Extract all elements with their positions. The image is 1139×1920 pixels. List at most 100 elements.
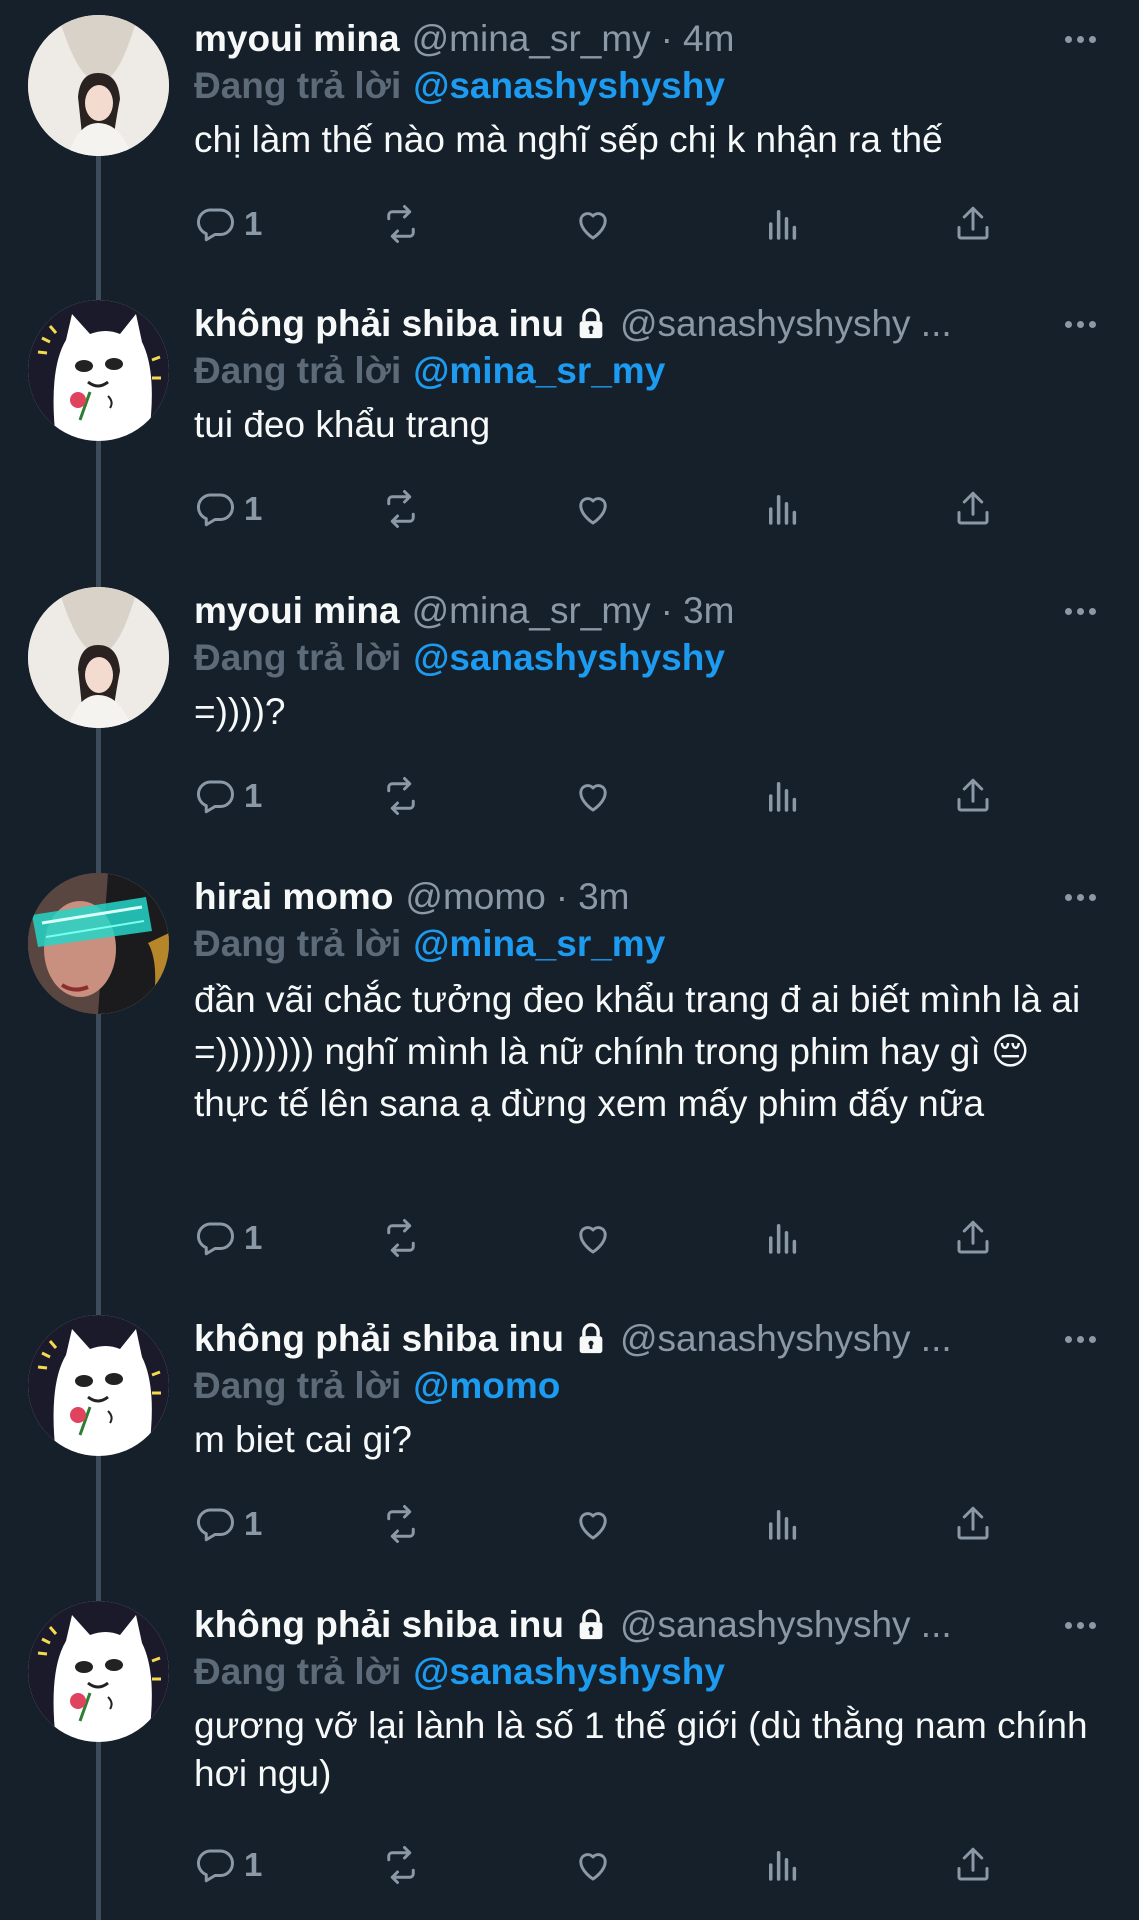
replying-to-mention[interactable]: @mina_sr_my — [413, 923, 665, 964]
user-handle[interactable]: @momo — [405, 873, 545, 920]
replying-to-label: Đang trả lời — [194, 65, 402, 106]
more-icon — [1064, 320, 1072, 328]
retweet-button[interactable] — [380, 1214, 422, 1262]
display-name[interactable]: myoui mina — [194, 15, 400, 62]
tweet-actions: 1 — [194, 200, 1094, 248]
reply-icon — [197, 1849, 234, 1883]
more-options-button[interactable] — [1060, 1319, 1100, 1359]
share-icon — [957, 206, 989, 240]
share-button[interactable] — [952, 1841, 994, 1889]
like-button[interactable] — [572, 485, 614, 533]
tweet-actions: 1 — [194, 1841, 1094, 1889]
retweet-button[interactable] — [380, 772, 422, 820]
like-icon — [579, 1226, 607, 1254]
more-options-button[interactable] — [1060, 591, 1100, 631]
views-icon — [769, 1851, 797, 1881]
display-name[interactable]: myoui mina — [194, 587, 400, 634]
reply-button[interactable]: 1 — [194, 1841, 262, 1889]
like-button[interactable] — [572, 1500, 614, 1548]
separator-dot: · — [660, 18, 673, 59]
reply-button[interactable]: 1 — [194, 200, 262, 248]
user-handle[interactable]: @sanashyshyshy ... — [620, 300, 952, 347]
more-options-button[interactable] — [1060, 877, 1100, 917]
replying-to-label: Đang trả lời — [194, 637, 402, 678]
replying-to-mention[interactable]: @sanashyshyshy — [413, 637, 725, 678]
more-options-button[interactable] — [1060, 1605, 1100, 1645]
reply-icon — [197, 208, 234, 242]
like-button[interactable] — [572, 200, 614, 248]
more-options-button[interactable] — [1060, 19, 1100, 59]
reply-icon — [197, 780, 234, 814]
display-name[interactable]: không phải shiba inu — [194, 300, 564, 347]
reply-icon — [197, 1222, 234, 1256]
tweet-text: m biet cai gi? — [194, 1419, 412, 1460]
lock-icon — [579, 1322, 603, 1353]
avatar[interactable] — [28, 300, 169, 441]
reply-count: 1 — [244, 205, 263, 242]
retweet-button[interactable] — [380, 200, 422, 248]
timestamp[interactable]: 4m — [683, 15, 734, 62]
share-button[interactable] — [952, 772, 994, 820]
avatar-mina-image — [28, 15, 169, 156]
views-button[interactable] — [762, 1214, 804, 1262]
retweet-button[interactable] — [380, 485, 422, 533]
display-name[interactable]: không phải shiba inu — [194, 1315, 564, 1362]
views-button[interactable] — [762, 1500, 804, 1548]
reply-button[interactable]: 1 — [194, 1214, 262, 1262]
user-handle[interactable]: @sanashyshyshy ... — [620, 1601, 952, 1648]
reply-button[interactable]: 1 — [194, 485, 262, 533]
tweet-actions: 1 — [194, 1500, 1094, 1548]
like-icon — [579, 212, 607, 240]
display-name[interactable]: hirai momo — [194, 873, 393, 920]
user-handle[interactable]: @mina_sr_my — [412, 15, 651, 62]
tweet-actions: 1 — [194, 1214, 1094, 1262]
avatar[interactable] — [28, 15, 169, 156]
avatar[interactable] — [28, 873, 169, 1014]
timeline: myoui mina @mina_sr_my · 4m Đang trả lời… — [0, 0, 1139, 1920]
reply-button[interactable]: 1 — [194, 1500, 262, 1548]
replying-to-mention[interactable]: @sanashyshyshy — [413, 1651, 725, 1692]
more-options-button[interactable] — [1060, 304, 1100, 344]
replying-to-mention[interactable]: @mina_sr_my — [413, 350, 665, 391]
avatar[interactable] — [28, 1315, 169, 1456]
replying-to-label: Đang trả lời — [194, 350, 402, 391]
user-handle[interactable]: @mina_sr_my — [412, 587, 651, 634]
share-button[interactable] — [952, 200, 994, 248]
retweet-icon — [387, 205, 415, 243]
share-button[interactable] — [952, 1214, 994, 1262]
timestamp[interactable]: 3m — [683, 587, 734, 634]
reply-icon — [197, 1508, 234, 1542]
avatar[interactable] — [28, 587, 169, 728]
views-button[interactable] — [762, 200, 804, 248]
avatar[interactable] — [28, 1601, 169, 1742]
retweet-button[interactable] — [380, 1841, 422, 1889]
like-button[interactable] — [572, 772, 614, 820]
like-button[interactable] — [572, 1841, 614, 1889]
avatar-shiba-image — [28, 1315, 169, 1456]
views-button[interactable] — [762, 485, 804, 533]
tweet-text: =))))? — [194, 691, 286, 732]
views-button[interactable] — [762, 772, 804, 820]
share-button[interactable] — [952, 485, 994, 533]
retweet-icon — [387, 1219, 415, 1257]
avatar-shiba-image — [28, 1601, 169, 1742]
share-button[interactable] — [952, 1500, 994, 1548]
like-button[interactable] — [572, 1214, 614, 1262]
replying-to-mention[interactable]: @sanashyshyshy — [413, 65, 725, 106]
share-icon — [957, 778, 989, 812]
user-handle[interactable]: @sanashyshyshy ... — [620, 1315, 952, 1362]
replying-to-mention[interactable]: @momo — [413, 1365, 560, 1406]
replying-to-label: Đang trả lời — [194, 1651, 402, 1692]
display-name[interactable]: không phải shiba inu — [194, 1601, 564, 1648]
views-icon — [769, 210, 797, 240]
views-button[interactable] — [762, 1841, 804, 1889]
more-icon — [1064, 607, 1072, 615]
reply-count: 1 — [244, 777, 263, 814]
reply-button[interactable]: 1 — [194, 772, 262, 820]
retweet-button[interactable] — [380, 1500, 422, 1548]
timestamp[interactable]: 3m — [578, 873, 629, 920]
lock-icon — [579, 307, 603, 338]
reply-count: 1 — [244, 1505, 263, 1542]
reply-count: 1 — [244, 490, 263, 527]
replying-to-label: Đang trả lời — [194, 923, 402, 964]
